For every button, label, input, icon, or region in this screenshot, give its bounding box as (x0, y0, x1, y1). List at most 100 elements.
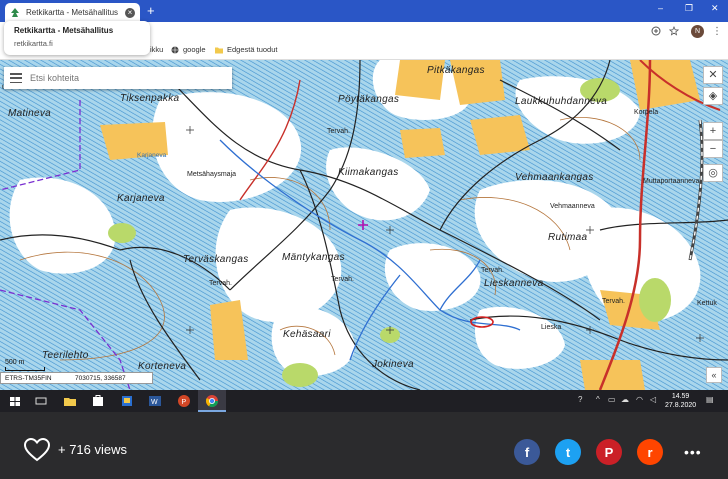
word-icon[interactable]: W (148, 394, 162, 408)
bookmark-google[interactable]: google (171, 45, 206, 54)
task-view-icon[interactable] (34, 394, 48, 408)
layers-icon: ◈ (708, 90, 718, 102)
coordinate-readout: 7030715, 336587 (75, 375, 126, 382)
chrome-icon (205, 395, 218, 408)
tab-close-icon[interactable]: × (125, 7, 135, 18)
file-explorer-icon[interactable] (63, 394, 77, 408)
bookmark-star-icon[interactable] (669, 26, 679, 36)
place-label: Lieskanneva (484, 278, 544, 289)
coordinate-bar[interactable]: ETRS-TM35FIN 7030715, 336587 (0, 372, 153, 384)
place-label: Laukkuhuhdanneva (515, 96, 608, 107)
window-close-button[interactable]: ✕ (711, 3, 719, 14)
chrome-taskbar-button[interactable] (198, 390, 226, 412)
place-label: Tervah. (209, 280, 232, 287)
reddit-icon: r (647, 444, 653, 460)
place-label: Mäntykangas (282, 252, 345, 263)
more-options-button[interactable]: ••• (684, 444, 702, 460)
clock-date: 27.8.2020 (665, 402, 697, 409)
screenshot-root: Retkikartta - Metsähallitus × + – ❐ ✕ ⋮ … (0, 0, 728, 479)
hovercard-title: Retkikartta - Metsähallitus (14, 26, 114, 35)
place-label: Tervah. (331, 276, 354, 283)
tools-icon: ✕ (708, 69, 718, 81)
locate-button[interactable]: ◎ (703, 164, 723, 182)
wifi-icon[interactable]: ◠ (636, 395, 643, 404)
topographic-map[interactable]: Matineva Tiksenpakka Pöytäkangas Pitkäka… (0, 60, 728, 390)
reddit-share-button[interactable]: r (637, 439, 663, 465)
place-label: Metsähaysmaja (187, 171, 237, 178)
place-label: Kiimakangas (338, 167, 399, 178)
scale-label: 500 m (5, 359, 25, 366)
views-count: + 716 views (58, 442, 128, 457)
twitter-share-button[interactable]: t (555, 439, 581, 465)
hamburger-menu-icon[interactable] (10, 73, 22, 83)
tab-title: Retkikartta - Metsähallitus (26, 8, 119, 17)
tab-hover-card: Retkikartta - Metsähallitus retkikartta.… (4, 21, 150, 55)
place-label: Korteneva (138, 361, 187, 372)
metsahallitus-favicon-icon (11, 7, 19, 17)
volume-icon[interactable]: ◁ (650, 395, 656, 404)
collapse-panel-button[interactable]: « (706, 367, 722, 383)
notifications-icon[interactable]: ▤ (706, 395, 714, 404)
cloud-icon[interactable]: ☁ (621, 395, 629, 404)
place-label: Kettuk (697, 300, 717, 307)
place-label: Tervah. (327, 128, 350, 135)
zoom-in-button[interactable]: + (703, 122, 723, 140)
add-circle-icon[interactable] (651, 26, 661, 36)
pinterest-share-button[interactable]: P (596, 439, 622, 465)
crosshair-icon: ◎ (708, 167, 718, 179)
zoom-out-button[interactable]: − (703, 140, 723, 158)
taskbar-clock[interactable]: 14.59 27.8.2020 (665, 392, 696, 410)
powerpoint-icon[interactable]: P (177, 394, 191, 408)
clock-time: 14.59 (671, 393, 690, 400)
help-icon[interactable]: ? (578, 395, 582, 404)
profile-avatar[interactable]: N (691, 25, 704, 38)
crs-select[interactable]: ETRS-TM35FIN (5, 373, 75, 383)
scale-bar: 500 m (5, 359, 45, 371)
battery-icon[interactable]: ▭ (608, 395, 616, 404)
file-manager-icon[interactable] (120, 394, 134, 408)
store-icon[interactable] (91, 394, 105, 408)
window-restore-button[interactable]: ❐ (685, 3, 693, 14)
bookmark-label: google (183, 45, 206, 54)
place-label: Korpela (634, 109, 659, 116)
facebook-share-button[interactable]: f (514, 439, 540, 465)
search-input[interactable] (30, 73, 210, 83)
bookmark-folder-edge[interactable]: Edgestä tuodut (215, 45, 277, 54)
tools-button[interactable]: ✕ (703, 66, 723, 84)
map-canvas (0, 60, 728, 390)
map-search-box (4, 67, 232, 89)
place-label: Pitkäkangas (427, 65, 485, 76)
bookmark-label: ikku (150, 45, 164, 54)
windows-start-icon[interactable] (8, 394, 22, 408)
place-label: Kehäsaari (283, 329, 331, 340)
place-label: Tervah. (602, 298, 625, 305)
place-label: Muttaportaanneva (643, 178, 700, 185)
facebook-icon: f (524, 444, 530, 460)
layers-button[interactable]: ◈ (703, 87, 723, 105)
place-label: Jokineva (372, 359, 414, 370)
heart-icon[interactable] (24, 438, 50, 462)
folder-icon (215, 47, 223, 53)
browser-tab-strip: Retkikartta - Metsähallitus × + – ❐ ✕ (0, 0, 728, 22)
hovercard-url: retkikartta.fi (14, 39, 53, 48)
social-footer: + 716 views f t P r ••• (0, 412, 728, 479)
browser-menu-icon[interactable]: ⋮ (712, 26, 722, 37)
new-tab-button[interactable]: + (147, 3, 155, 19)
svg-text:P: P (182, 399, 187, 406)
tray-expand-icon[interactable]: ^ (596, 395, 600, 404)
place-label: Tiksenpakka (120, 93, 180, 104)
windows-taskbar: W P ? ^ ▭ ☁ ◠ ◁ 14.59 27.8.2020 ▤ (0, 390, 728, 412)
globe-icon (171, 46, 179, 53)
place-label: Teerilehto (42, 350, 89, 361)
bookmark-item[interactable]: ikku (150, 45, 163, 54)
place-label: Vehmaankangas (515, 172, 594, 183)
bookmark-label: Edgestä tuodut (227, 45, 278, 54)
place-label: Karjaneva (137, 152, 167, 159)
browser-tab[interactable]: Retkikartta - Metsähallitus × (5, 3, 140, 22)
place-label: Matineva (8, 108, 51, 119)
pinterest-icon: P (604, 444, 614, 460)
place-label: Vehmaanneva (550, 203, 595, 210)
window-minimize-button[interactable]: – (658, 3, 663, 13)
place-label: Rutimaa (548, 232, 588, 243)
twitter-icon: t (565, 444, 571, 460)
